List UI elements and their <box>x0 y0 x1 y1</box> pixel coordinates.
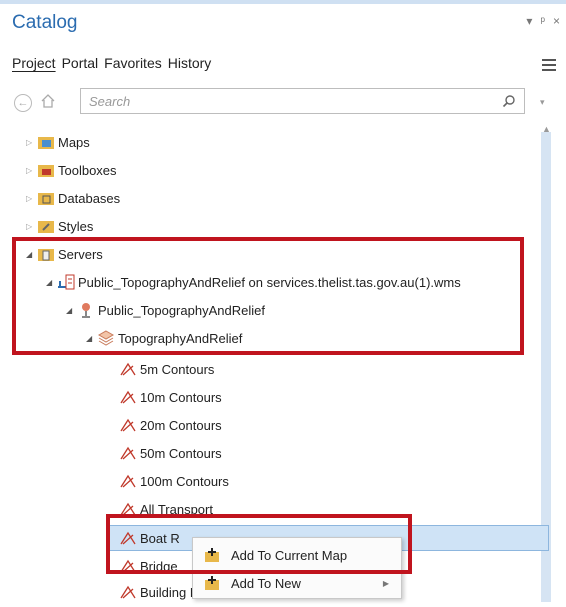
pane-title: Catalog <box>12 12 78 33</box>
expand-triangle-icon[interactable]: ▷ <box>26 166 38 175</box>
submenu-chevron-right-icon: ▶ <box>382 578 389 588</box>
tree-item-styles[interactable]: ▷ Styles <box>26 214 93 238</box>
tree-item-layer[interactable]: 10m Contours <box>120 385 222 409</box>
tree-item-layer[interactable]: 100m Contours <box>120 469 229 493</box>
tab-project[interactable]: Project <box>12 55 56 71</box>
tab-portal[interactable]: Portal <box>62 55 99 71</box>
tree-item-label: Databases <box>58 190 121 206</box>
toolbox-folder-icon <box>38 163 58 177</box>
tree-item-layer[interactable]: 5m Contours <box>120 357 214 381</box>
tab-favorites[interactable]: Favorites <box>104 55 162 71</box>
menu-item-label: Add To New <box>231 575 301 591</box>
close-icon[interactable]: × <box>553 14 560 28</box>
tree-item-label: Styles <box>58 218 94 234</box>
line-layer-icon <box>120 446 140 460</box>
highlight-box-servers <box>12 237 524 355</box>
back-arrow-icon[interactable]: ← <box>14 94 32 112</box>
point-layer-icon <box>120 585 140 599</box>
pane-options-icon[interactable]: ▾ <box>526 14 532 28</box>
hamburger-menu-icon[interactable] <box>542 56 556 74</box>
search-input[interactable]: Search <box>89 94 130 109</box>
tree-item-label: 10m Contours <box>140 389 222 405</box>
expand-triangle-icon[interactable]: ▷ <box>26 222 38 231</box>
line-layer-icon <box>120 390 140 404</box>
catalog-tabs: Project Portal Favorites History <box>12 55 211 71</box>
styles-folder-icon <box>38 219 58 233</box>
tree-item-layer[interactable]: 50m Contours <box>120 441 222 465</box>
pin-icon[interactable]: ᵖ <box>540 14 545 28</box>
line-layer-icon <box>120 362 140 376</box>
tree-item-layer[interactable]: 20m Contours <box>120 413 222 437</box>
search-box[interactable]: Search <box>80 88 525 114</box>
tree-item-label: 5m Contours <box>140 361 215 377</box>
tree-item-databases[interactable]: ▷ Databases <box>26 186 120 210</box>
pane-window-controls: ▾ ᵖ × <box>526 14 560 28</box>
search-options-chevron-down-icon[interactable]: ▾ <box>540 97 545 108</box>
pane-top-border <box>0 0 566 4</box>
highlight-box-context-menu <box>106 514 412 574</box>
tree-item-label: Maps <box>58 134 90 150</box>
maps-folder-icon <box>38 135 58 149</box>
tree-item-label: 100m Contours <box>140 473 229 489</box>
tab-history[interactable]: History <box>168 55 212 71</box>
expand-triangle-icon[interactable]: ▷ <box>26 194 38 203</box>
expand-triangle-icon[interactable]: ▷ <box>26 138 38 147</box>
tree-item-maps[interactable]: ▷ Maps <box>26 130 90 154</box>
tree-item-toolboxes[interactable]: ▷ Toolboxes <box>26 158 117 182</box>
tree-item-label: Toolboxes <box>58 162 117 178</box>
home-icon[interactable] <box>40 93 56 114</box>
tree-item-label: 50m Contours <box>140 445 222 461</box>
line-layer-icon <box>120 474 140 488</box>
tree-item-label: 20m Contours <box>140 417 222 433</box>
line-layer-icon <box>120 418 140 432</box>
add-data-icon <box>193 575 231 591</box>
database-folder-icon <box>38 191 58 205</box>
search-icon[interactable] <box>502 94 516 113</box>
